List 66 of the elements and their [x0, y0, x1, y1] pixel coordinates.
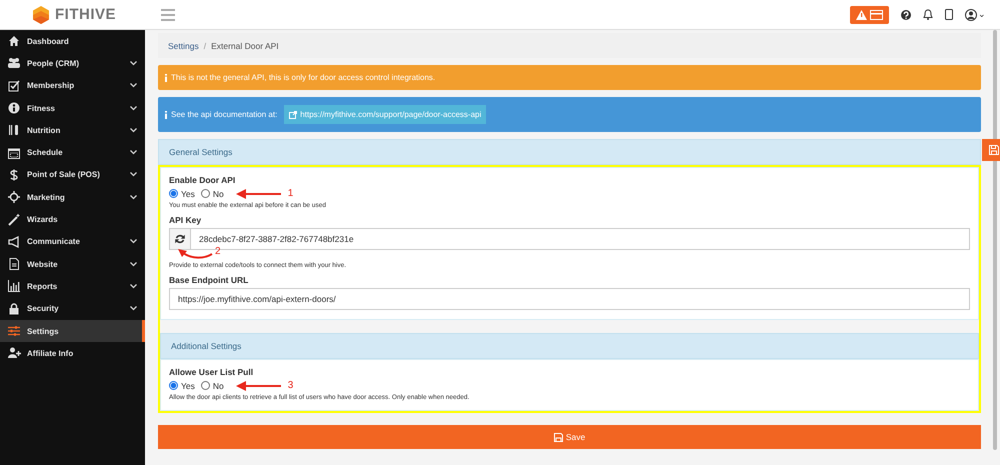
sidebar-item[interactable]: Membership — [0, 74, 145, 97]
calendar-icon — [8, 146, 21, 159]
billing-alert-button[interactable] — [850, 6, 889, 24]
sidebar-item[interactable]: Communicate — [0, 230, 145, 253]
help-icon[interactable] — [901, 10, 911, 20]
external-link-icon — [289, 110, 298, 118]
sidebar-item[interactable]: Fitness — [0, 96, 145, 120]
home-icon — [8, 35, 21, 48]
sidebar-item[interactable]: Wizards — [0, 208, 145, 231]
lock-icon — [8, 302, 21, 315]
user-avatar-icon — [965, 8, 977, 20]
field-label: Allowe User List Pull — [169, 367, 254, 377]
breadcrumb-current: External Door API — [211, 40, 279, 50]
sidebar-item[interactable]: Reports — [0, 275, 145, 298]
sidebar-item[interactable]: Settings — [0, 320, 145, 342]
radio-option[interactable]: Yes — [169, 188, 195, 198]
cutlery-icon — [8, 124, 21, 136]
refresh-button[interactable] — [169, 228, 191, 250]
field-label: Enable Door API — [169, 175, 236, 185]
megaphone-icon — [8, 236, 21, 248]
scrollbar[interactable] — [993, 30, 997, 450]
sidebar-item[interactable]: Point of Sale (POS) — [0, 164, 145, 186]
sidebar-item[interactable]: Marketing — [0, 186, 145, 208]
crosshair-icon — [8, 191, 21, 204]
alert-text: This is not the general API, this is only for door access control integrations. — [171, 73, 436, 82]
field-label: Base Endpoint URL — [169, 275, 250, 285]
bell-icon[interactable] — [923, 9, 933, 20]
sidebar-item[interactable]: Dashboard — [0, 30, 145, 52]
tablet-icon[interactable] — [945, 9, 953, 20]
annotation-number: 3 — [288, 380, 294, 391]
sidebar-item[interactable]: Schedule — [0, 141, 145, 164]
radio-option[interactable]: No — [200, 380, 224, 390]
credit-card-icon — [870, 10, 883, 20]
annotation-number: 1 — [288, 188, 294, 199]
document-icon — [8, 258, 21, 270]
sidebar-item[interactable]: People (CRM) — [0, 52, 145, 75]
hexagon-logo-icon — [32, 4, 50, 24]
breadcrumb-separator: / — [204, 40, 206, 50]
bar-chart-icon — [8, 280, 21, 292]
accessibility-icon — [8, 102, 21, 114]
sliders-icon — [8, 325, 21, 337]
sidebar-item[interactable]: Affiliate Info — [0, 342, 145, 364]
user-menu[interactable]: ⌄ — [965, 8, 986, 20]
panel-header: General Settings — [158, 139, 981, 165]
breadcrumb-link[interactable]: Settings — [168, 40, 199, 50]
info-icon — [164, 74, 168, 82]
people-icon — [8, 57, 21, 70]
sidebar-item[interactable]: Security — [0, 298, 145, 320]
radio-option[interactable]: Yes — [169, 380, 195, 390]
user-plus-icon — [8, 347, 21, 360]
sidebar-item[interactable]: Website — [0, 252, 145, 276]
url-field[interactable]: https://joe.myfithive.com/api-extern-doors/ — [169, 288, 970, 310]
save-icon-button[interactable] — [982, 139, 1000, 161]
info-icon — [164, 110, 168, 118]
logo-text: FITHIVE — [55, 6, 116, 23]
warning-icon — [856, 10, 867, 20]
annotation-arrow-icon — [236, 188, 282, 198]
field-label: API Key — [169, 215, 202, 225]
annotation-arrow-icon — [236, 380, 282, 390]
alert-text: See the api documentation at: — [171, 110, 278, 119]
radio-option[interactable]: No — [200, 188, 224, 198]
checkbox-icon — [8, 80, 21, 92]
magic-wand-icon — [8, 214, 21, 226]
refresh-icon — [175, 234, 185, 244]
sidebar-item[interactable]: Nutrition — [0, 119, 145, 142]
panel-header: Additional Settings — [160, 333, 979, 359]
